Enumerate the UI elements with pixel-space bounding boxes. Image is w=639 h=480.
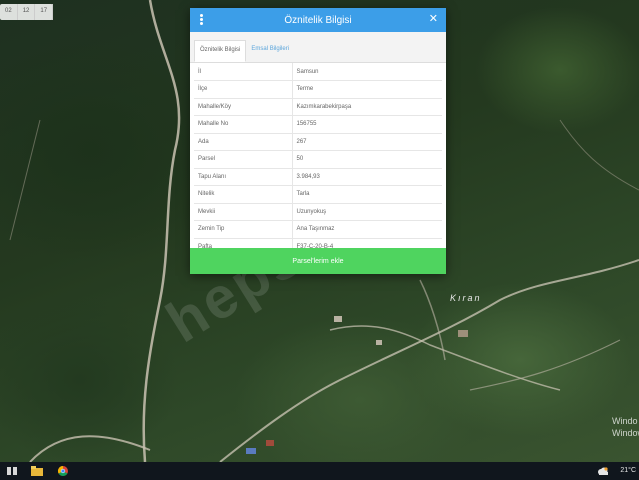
menu-dots-icon[interactable] [200, 14, 204, 26]
weather-temperature: 21°C [620, 467, 636, 474]
attribute-table: İl Samsun İlçe Terme Mahalle/Köy Kazımkarab… [194, 63, 442, 256]
row-key: İlçe [194, 80, 293, 99]
add-to-parcels-button[interactable]: Parsel'lerim ekle [190, 248, 446, 274]
taskbar: 21°C [0, 462, 639, 480]
table-row: Mevkii Uzunyokuş [194, 203, 442, 221]
attribute-dialog: Öznitelik Bilgisi ✕ Öznitelik Bilgisi Em… [190, 8, 446, 274]
file-explorer-icon[interactable] [31, 466, 43, 476]
map-toolbar-item-2[interactable]: 12 [18, 4, 36, 20]
row-value: 267 [292, 133, 442, 151]
row-key: Mahalle No [194, 115, 293, 134]
row-key: Ada [194, 133, 293, 151]
table-row: Mahalle/Köy Kazımkarabekirpaşa [194, 98, 442, 116]
weather-cloud-icon[interactable] [597, 467, 609, 475]
tab-comparable-info[interactable]: Emsal Bilgileri [246, 40, 294, 62]
dialog-tabs: Öznitelik Bilgisi Emsal Bilgileri [190, 32, 446, 63]
table-row: Zemin Tip Ana Taşınmaz [194, 220, 442, 239]
row-key: Mevkii [194, 203, 293, 221]
row-value: 3.984,93 [292, 168, 442, 186]
row-key: Tapu Alanı [194, 168, 293, 186]
table-row: Parsel 50 [194, 150, 442, 169]
table-row: Tapu Alanı 3.984,93 [194, 168, 442, 186]
row-value: Tarla [292, 185, 442, 204]
table-row: İlçe Terme [194, 80, 442, 99]
windows-activation-note: Windo Window [612, 415, 639, 439]
windows-note-line-1: Windo [612, 416, 638, 426]
row-value: Samsun [292, 63, 442, 81]
row-value: Terme [292, 80, 442, 99]
tab-attribute-info[interactable]: Öznitelik Bilgisi [194, 40, 247, 62]
task-view-icon[interactable] [6, 466, 18, 476]
row-key: İl [194, 63, 293, 81]
row-value: 156755 [292, 115, 442, 134]
table-row: Mahalle No 156755 [194, 115, 442, 134]
row-key: Parsel [194, 150, 293, 169]
map-toolbar-item-1[interactable]: 02 [0, 4, 18, 20]
table-row: Ada 267 [194, 133, 442, 151]
dialog-title: Öznitelik Bilgisi [284, 14, 352, 26]
row-key: Nitelik [194, 185, 293, 204]
map-toolbar: 02 12 17 [0, 4, 54, 20]
row-value: 50 [292, 150, 442, 169]
row-key: Zemin Tip [194, 220, 293, 239]
table-row: Nitelik Tarla [194, 185, 442, 204]
row-value: Kazımkarabekirpaşa [292, 98, 442, 116]
map-place-label: Kıran [450, 293, 482, 303]
table-row: İl Samsun [194, 63, 442, 81]
row-value: Uzunyokuş [292, 203, 442, 221]
dialog-header: Öznitelik Bilgisi ✕ [190, 8, 446, 32]
chrome-browser-icon[interactable] [57, 466, 69, 476]
windows-note-line-2: Window [612, 428, 639, 438]
row-value: Ana Taşınmaz [292, 220, 442, 239]
close-icon[interactable]: ✕ [429, 13, 438, 25]
row-key: Mahalle/Köy [194, 98, 293, 116]
map-toolbar-item-3[interactable]: 17 [35, 4, 54, 20]
